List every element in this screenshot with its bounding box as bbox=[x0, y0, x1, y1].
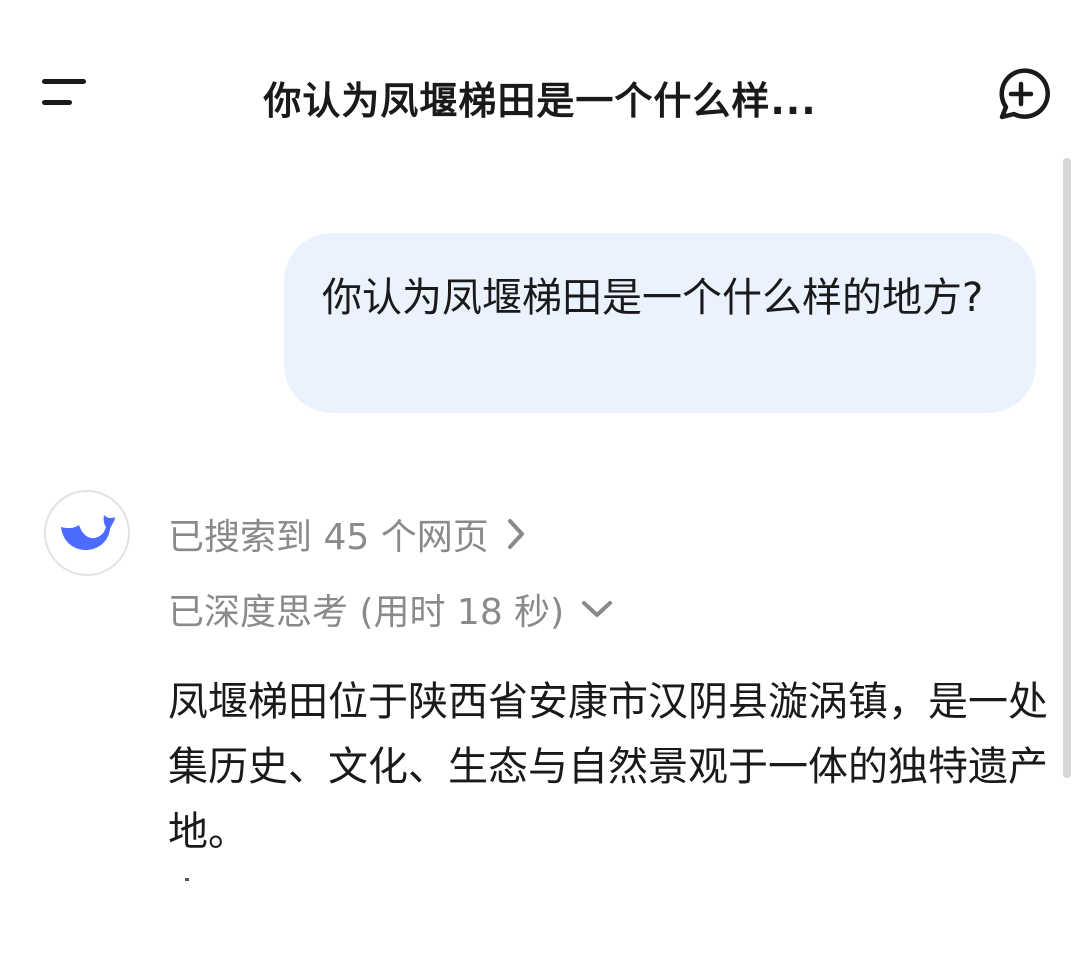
user-message-bubble: 你认为凤堰梯田是一个什么样的地方? bbox=[284, 233, 1036, 413]
search-status-text: 已搜索到 45 个网页 bbox=[168, 517, 489, 558]
chat-screen: 你认为凤堰梯田是一个什么样... 你认为凤堰梯田是一个什么样的地方? 已搜索到 … bbox=[0, 0, 1080, 956]
avatar bbox=[44, 490, 130, 576]
top-bar: 你认为凤堰梯田是一个什么样... bbox=[0, 0, 1080, 190]
page-title: 你认为凤堰梯田是一个什么样... bbox=[263, 79, 817, 123]
chevron-right-icon bbox=[507, 519, 524, 549]
scrollbar[interactable] bbox=[1063, 158, 1071, 778]
menu-button[interactable] bbox=[30, 62, 100, 126]
new-chat-icon bbox=[999, 68, 1050, 120]
thinking-toggle[interactable]: 已深度思考 (用时 18 秒) bbox=[168, 582, 614, 636]
menu-icon-line bbox=[42, 100, 72, 105]
menu-icon bbox=[42, 79, 86, 84]
chevron-down-icon bbox=[582, 601, 613, 617]
search-results-toggle[interactable]: 已搜索到 45 个网页 bbox=[168, 508, 527, 560]
divider bbox=[185, 878, 189, 881]
assistant-answer-text: 凤堰梯田位于陕西省安康市汉阴县漩涡镇，是一处集历史、文化、生态与自然景观于一体的… bbox=[168, 679, 1048, 855]
thinking-status-text: 已深度思考 (用时 18 秒) bbox=[168, 592, 565, 633]
whale-logo-icon bbox=[61, 515, 115, 551]
new-chat-button[interactable] bbox=[984, 62, 1056, 126]
user-message-text: 你认为凤堰梯田是一个什么样的地方? bbox=[322, 275, 984, 321]
